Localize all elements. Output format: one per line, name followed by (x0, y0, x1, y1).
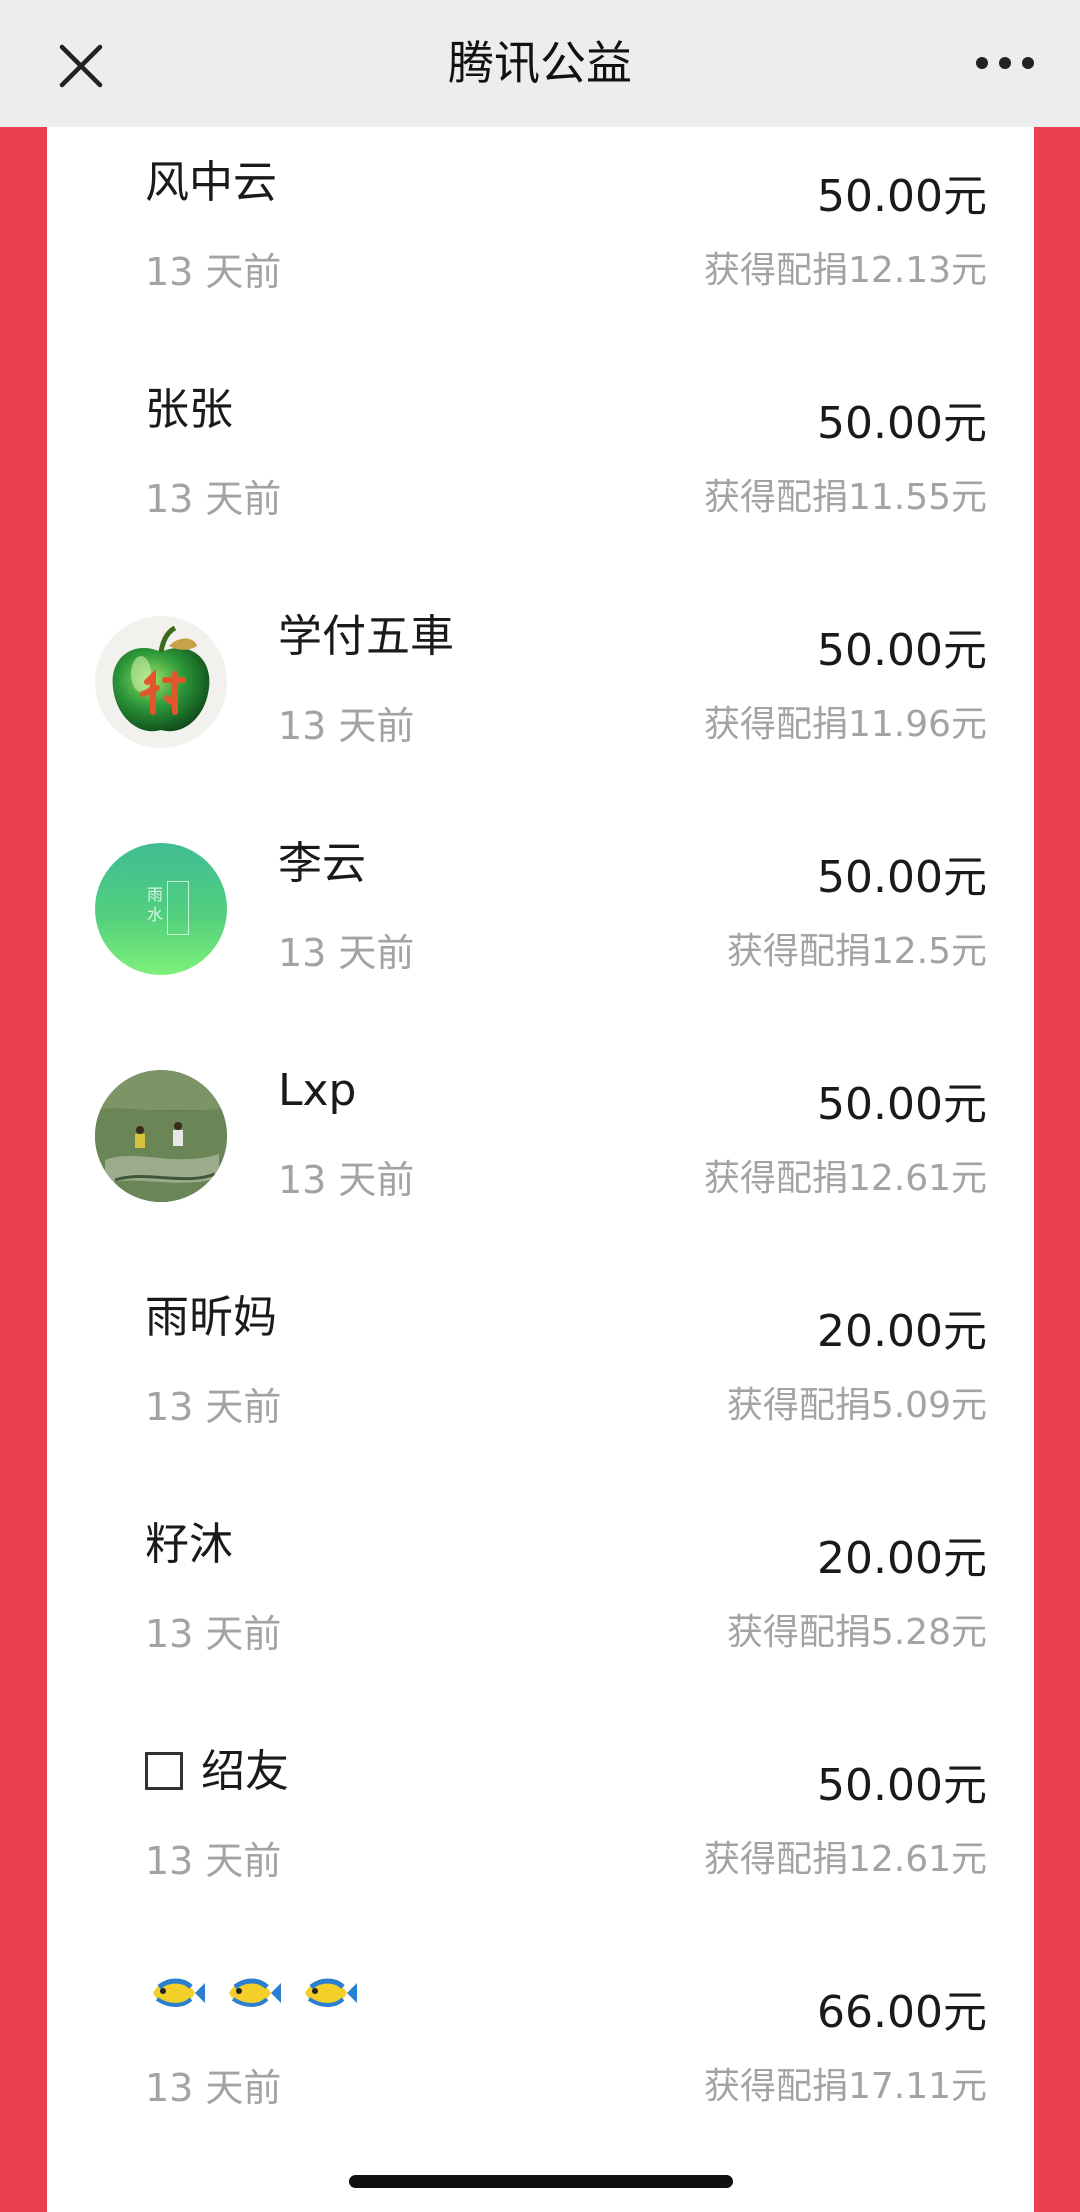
green-apple-avatar[interactable] (95, 616, 227, 748)
matched-donation: 获得配捐5.09元 (726, 1385, 987, 1426)
donation-time: 13 天前 (145, 1385, 282, 1429)
donation-amount: 66.00元 (817, 1987, 987, 2038)
matched-donation: 获得配捐5.28元 (726, 1612, 987, 1653)
donation-time: 13 天前 (145, 1839, 282, 1883)
donation-list[interactable]: 风中云 13 天前 50.00元 获得配捐12.13元 张张 13 天前 50.… (47, 127, 1034, 2212)
more-options-button[interactable] (960, 28, 1050, 98)
matched-donation: 获得配捐11.96元 (703, 704, 987, 745)
checkbox-icon (145, 1752, 183, 1790)
landscape-photo-avatar[interactable] (95, 1070, 227, 1202)
donation-amount: 50.00元 (817, 1760, 987, 1811)
donation-time: 13 天前 (278, 931, 415, 975)
green-gradient-avatar[interactable]: 雨水 (95, 843, 227, 975)
donor-name: 学付五車 (278, 611, 454, 662)
list-item[interactable]: 张张 13 天前 50.00元 获得配捐11.55元 (47, 354, 1034, 581)
more-dots-icon (976, 57, 1034, 69)
avatar-label: 雨水 (146, 885, 163, 924)
donation-time: 13 天前 (145, 1612, 282, 1656)
fish-emoji-icon (229, 1978, 281, 2007)
list-item[interactable]: Lxp 13 天前 50.00元 获得配捐12.61元 (47, 1035, 1034, 1262)
page-title: 腾讯公益 (448, 36, 632, 90)
list-item[interactable]: 籽沐 13 天前 20.00元 获得配捐5.28元 (47, 1489, 1034, 1716)
donation-amount: 50.00元 (817, 1079, 987, 1130)
top-navigation-bar: 腾讯公益 (0, 0, 1080, 127)
donation-time: 13 天前 (145, 250, 282, 294)
matched-donation: 获得配捐11.55元 (703, 477, 987, 518)
donation-amount: 20.00元 (817, 1533, 987, 1584)
donation-amount: 50.00元 (817, 625, 987, 676)
donor-name-emoji (145, 1965, 373, 2019)
list-item[interactable]: 13 天前 66.00元 获得配捐17.11元 (47, 1943, 1034, 2170)
matched-donation: 获得配捐12.5元 (726, 931, 987, 972)
donor-name: 雨昕妈 (145, 1292, 277, 1343)
donor-name: 风中云 (145, 157, 277, 208)
avatar-frame-decoration (167, 881, 189, 935)
donor-name: Lxp (278, 1065, 357, 1116)
matched-donation: 获得配捐12.61元 (703, 1839, 987, 1880)
list-item[interactable]: 绍友 13 天前 50.00元 获得配捐12.61元 (47, 1716, 1034, 1943)
donation-time: 13 天前 (145, 2066, 282, 2110)
matched-donation: 获得配捐17.11元 (703, 2066, 987, 2107)
donation-time: 13 天前 (278, 704, 415, 748)
list-item[interactable]: 学付五車 13 天前 50.00元 获得配捐11.96元 (47, 581, 1034, 808)
donation-time: 13 天前 (278, 1158, 415, 1202)
donor-name: 绍友 (201, 1746, 289, 1797)
fish-emoji-icon (153, 1978, 205, 2007)
matched-donation: 获得配捐12.61元 (703, 1158, 987, 1199)
donation-amount: 50.00元 (817, 852, 987, 903)
donor-name-row: 绍友 (145, 1746, 289, 1798)
matched-donation: 获得配捐12.13元 (703, 250, 987, 291)
list-item[interactable]: 风中云 13 天前 50.00元 获得配捐12.13元 (47, 127, 1034, 354)
home-indicator[interactable] (349, 2175, 733, 2188)
donor-name: 张张 (145, 384, 233, 435)
donation-amount: 50.00元 (817, 171, 987, 222)
donation-time: 13 天前 (145, 477, 282, 521)
donor-name: 籽沐 (145, 1519, 233, 1570)
donation-amount: 20.00元 (817, 1306, 987, 1357)
fish-emoji-icon (305, 1978, 357, 2007)
list-item[interactable]: 雨水 李云 13 天前 50.00元 获得配捐12.5元 (47, 808, 1034, 1035)
list-item[interactable]: 雨昕妈 13 天前 20.00元 获得配捐5.09元 (47, 1262, 1034, 1489)
donation-amount: 50.00元 (817, 398, 987, 449)
donor-name: 李云 (278, 838, 366, 889)
